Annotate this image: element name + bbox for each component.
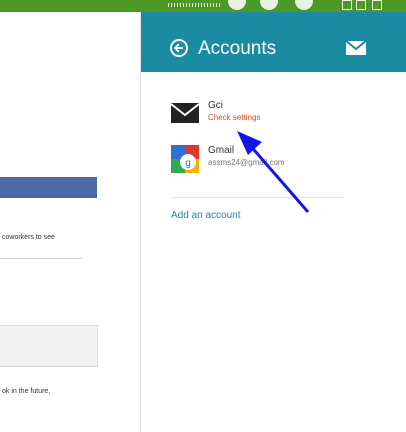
accounts-header: Accounts	[141, 12, 406, 72]
signal-strength-icon[interactable]	[168, 3, 220, 7]
maximize-button[interactable]	[356, 0, 366, 10]
pane-title: Accounts	[198, 38, 277, 59]
app-input-box[interactable]	[0, 325, 98, 367]
account-item-gmail[interactable]: g Gmail assms24@gmail.com	[171, 145, 351, 177]
account-name: Gmail	[208, 145, 235, 156]
minimize-button[interactable]	[342, 0, 352, 10]
app-text-line: coworkers to see	[2, 234, 55, 241]
back-arrow-icon	[174, 43, 183, 53]
close-button[interactable]	[372, 0, 382, 10]
pane-divider	[171, 197, 345, 198]
back-button[interactable]	[170, 39, 188, 57]
mail-icon	[346, 41, 366, 55]
app-divider	[0, 258, 82, 259]
mail-icon	[171, 103, 199, 123]
app-text-line: ok in the future,	[2, 388, 51, 395]
background-app-window: coworkers to see ok in the future,	[0, 12, 140, 432]
google-icon: g	[171, 145, 199, 173]
app-banner	[0, 177, 97, 198]
add-account-link[interactable]: Add an account	[171, 210, 241, 221]
svg-text:g: g	[185, 158, 191, 169]
accounts-pane: Accounts Gci Check settings g Gmail assm…	[140, 12, 406, 432]
account-email: assms24@gmail.com	[208, 158, 285, 167]
account-status: Check settings	[208, 113, 261, 122]
account-item-gci[interactable]: Gci Check settings	[171, 100, 351, 132]
account-name: Gci	[208, 100, 223, 111]
